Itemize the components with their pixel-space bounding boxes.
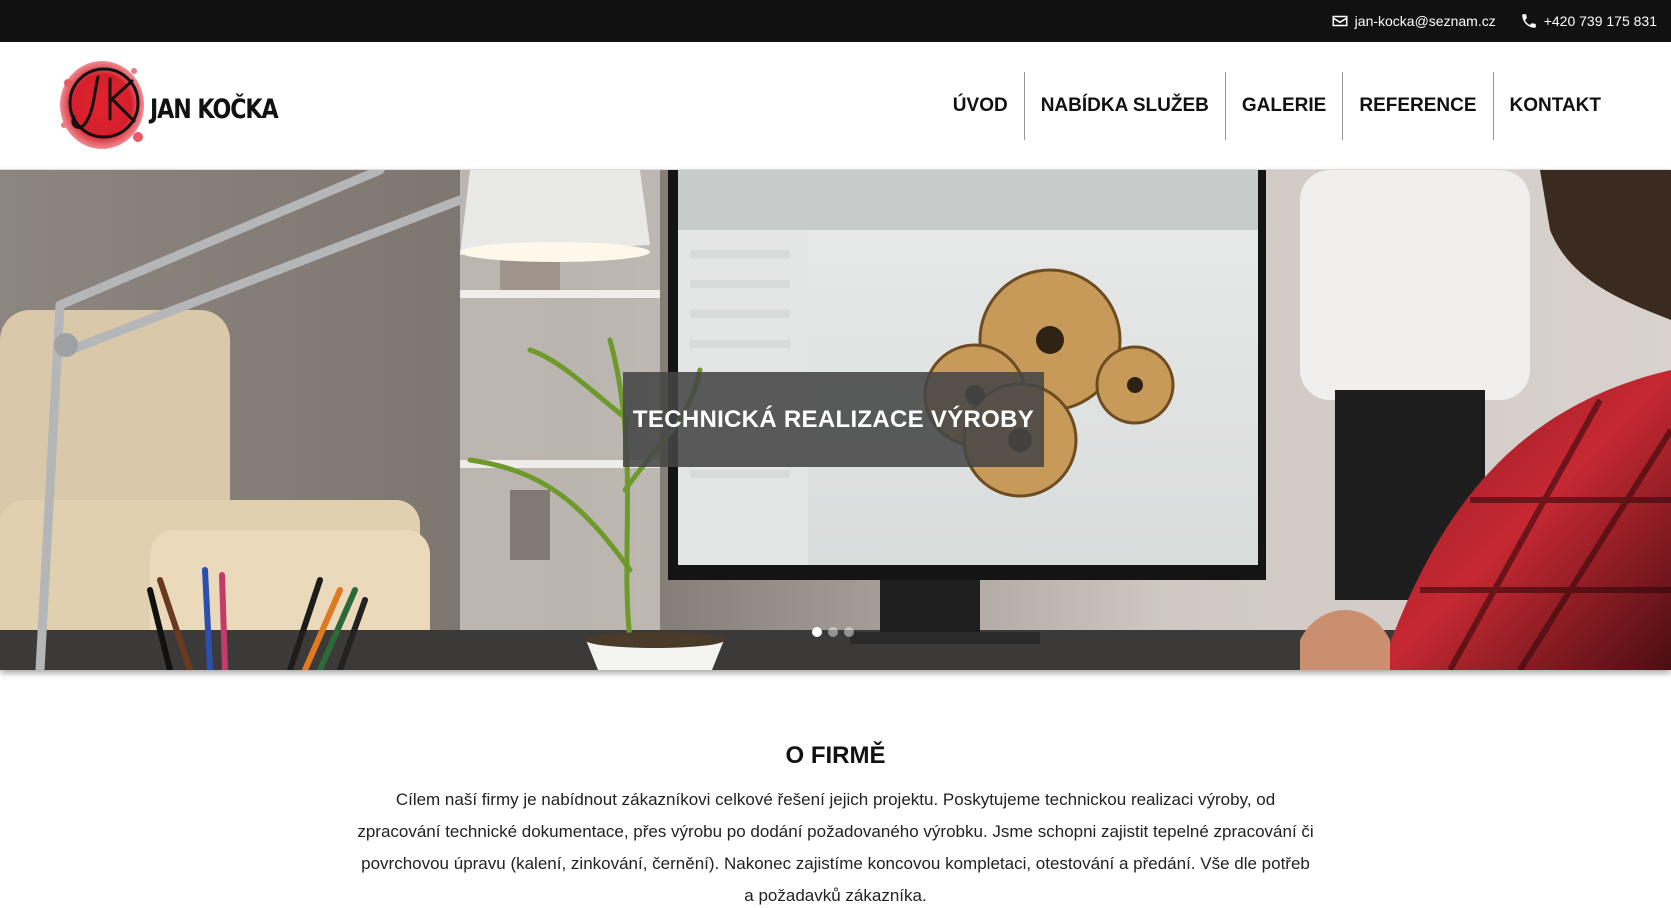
slider-dot-1[interactable] [812,627,822,637]
about-section: O FIRMĚ Cílem naší firmy je nabídnout zá… [0,670,1671,908]
nav-item-reference[interactable]: REFERENCE [1342,72,1492,140]
main-nav: ÚVOD NABÍDKA SLUŽEB GALERIE REFERENCE KO… [937,72,1617,140]
nav-item-kontakt[interactable]: KONTAKT [1492,72,1617,140]
email-contact[interactable]: jan-kocka@seznam.cz [1331,12,1496,30]
slider-dots [812,627,860,637]
hero-slider[interactable]: TECHNICKÁ REALIZACE VÝROBY [0,170,1671,670]
nav-item-uvod[interactable]: ÚVOD [937,72,1024,140]
hero-caption: TECHNICKÁ REALIZACE VÝROBY [623,372,1044,467]
about-title: O FIRMĚ [785,742,886,769]
logo-emblem [54,53,158,157]
logo-text: JAN KOČKA [150,93,279,125]
slider-dot-2[interactable] [828,627,838,637]
phone-icon [1520,12,1538,30]
phone-link[interactable]: +420 739 175 831 [1544,13,1657,29]
top-contact-bar: jan-kocka@seznam.cz +420 739 175 831 [0,0,1671,42]
about-text: Cílem naší firmy je nabídnout zákazníkov… [357,790,1314,905]
nav-item-nabidka-sluzeb[interactable]: NABÍDKA SLUŽEB [1023,72,1225,140]
site-header: JAN KOČKA ÚVOD NABÍDKA SLUŽEB GALERIE RE… [0,42,1671,170]
mail-icon [1331,12,1349,30]
slider-dot-3[interactable] [844,627,854,637]
email-link[interactable]: jan-kocka@seznam.cz [1355,13,1496,29]
site-logo[interactable]: JAN KOČKA [54,46,279,164]
phone-contact[interactable]: +420 739 175 831 [1520,12,1657,30]
nav-item-galerie[interactable]: GALERIE [1224,72,1342,140]
